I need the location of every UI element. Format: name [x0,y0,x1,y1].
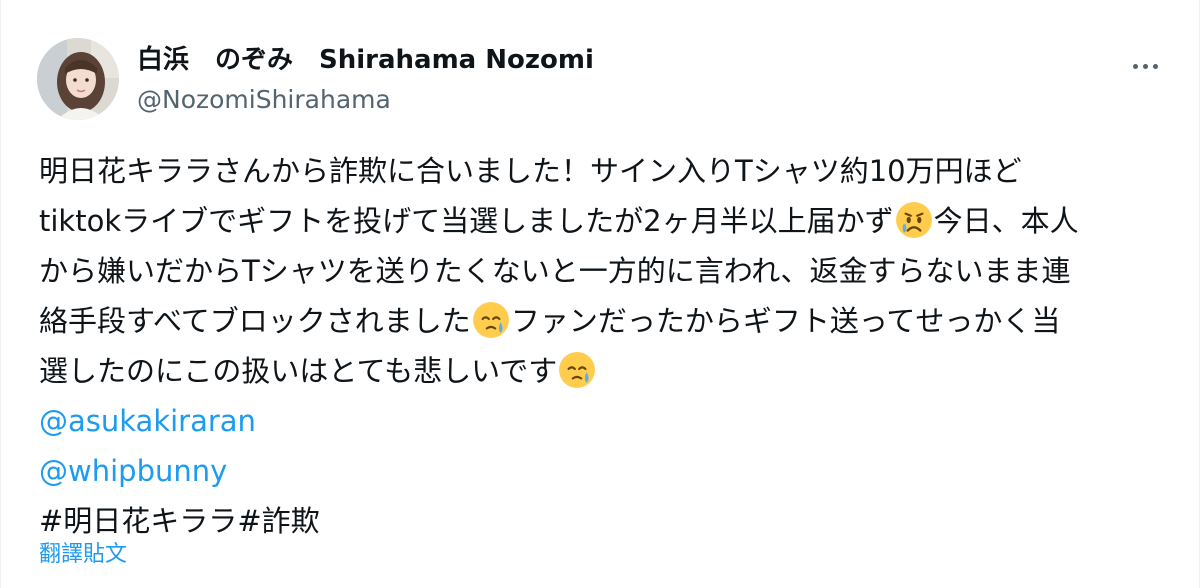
mention-link[interactable]: @whipbunny [39,446,1169,496]
tweet-body: 明日花キララさんから詐欺に合いました！サイン入りTシャツ約10万円ほど tikt… [39,146,1169,546]
display-name[interactable]: 白浜 のぞみ Shirahama Nozomi [137,42,594,78]
tweet-header: 白浜 のぞみ Shirahama Nozomi @NozomiShirahama [37,38,1175,120]
tweet-text-line: 明日花キララさんから詐欺に合いました！サイン入りTシャツ約10万円ほど [39,154,1022,188]
tweet-text-segment: ファンだったからギフト送ってせっかく当 [510,304,1061,338]
tweet-text-segment: 絡手段すべてブロックされました [39,304,471,338]
tweet-card: 白浜 のぞみ Shirahama Nozomi @NozomiShirahama… [0,0,1200,588]
face-holding-back-tears-icon [559,352,596,388]
tweet-text-segment: 選したのにこの扱いはとても悲しいです [39,354,558,388]
tweet-text-line: から嫌いだからTシャツを送りたくないと一方的に言われ、返金すらないまま連 [39,254,1071,288]
tweet-text-segment: 今日、本人 [933,204,1079,238]
more-horizontal-icon [1132,63,1158,69]
tweet-text-segment: tiktokライブでギフトを投げて当選しましたが2ヶ月半以上届かず [39,204,894,238]
more-button[interactable] [1125,46,1165,86]
avatar-image [37,38,119,120]
hashtag-link[interactable]: #詐欺 [237,504,319,538]
tweet-text-line: 絡手段すべてブロックされました ファンだったからギフト送ってせっかく当 [39,296,1169,346]
author-handle[interactable]: @NozomiShirahama [137,82,594,118]
tweet-text-line: 選したのにこの扱いはとても悲しいです [39,346,1169,396]
sad-relieved-face-icon [895,202,932,238]
face-holding-back-tears-icon [472,302,509,338]
hashtag-line: #明日花キララ#詐欺 [39,496,1169,546]
author-names: 白浜 のぞみ Shirahama Nozomi @NozomiShirahama [137,42,594,118]
mention-link[interactable]: @asukakiraran [39,396,1169,446]
tweet-text-line: tiktokライブでギフトを投げて当選しましたが2ヶ月半以上届かず 今日、本人 [39,196,1169,246]
avatar[interactable] [37,38,119,120]
translate-post-link[interactable]: 翻譯貼文 [39,540,127,570]
hashtag-link[interactable]: #明日花キララ [39,504,237,538]
